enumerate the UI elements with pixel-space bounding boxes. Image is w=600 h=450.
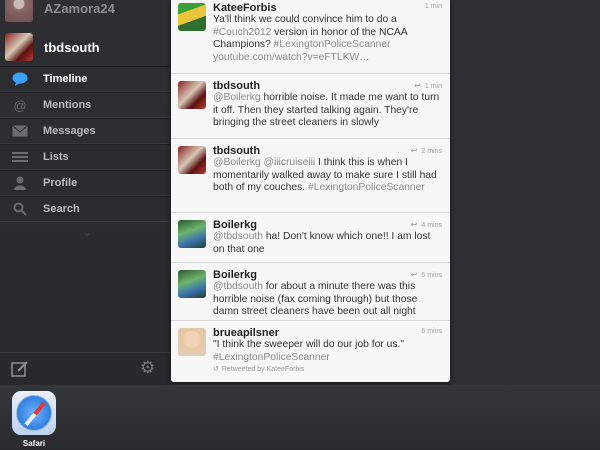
compose-icon[interactable] xyxy=(11,360,29,383)
tweet-text-segment: "I think the sweeper will do our job for… xyxy=(213,339,405,350)
avatar xyxy=(5,0,33,22)
mention-link[interactable]: @iiicruiseiii xyxy=(264,157,316,168)
safari-icon[interactable] xyxy=(12,391,56,435)
avatar[interactable] xyxy=(178,328,206,356)
tweet-time: ↩ 2 mins xyxy=(411,146,442,155)
speech-bubble-icon xyxy=(11,71,29,87)
tweet[interactable]: tbdsouth ↩ 1 min @Boilerkg horrible noise… xyxy=(171,74,450,139)
envelope-icon xyxy=(11,123,29,139)
person-icon xyxy=(11,175,29,191)
tweet-time: 1 min xyxy=(425,3,442,10)
sidebar-item-messages[interactable]: Messages xyxy=(0,118,170,144)
tweet[interactable]: KateeForbis 1 min Ya'll think we could c… xyxy=(171,0,450,74)
tweet-text: @tbdsouth ha! Don't know which one!! I a… xyxy=(213,231,443,256)
tweet-time: ↩ 4 mins xyxy=(411,220,442,229)
tweet-username[interactable]: brueapilsner xyxy=(213,327,279,339)
tweet-time-text: 1 min xyxy=(424,3,442,10)
list-icon xyxy=(11,149,29,165)
sidebar-item-label: Messages xyxy=(43,125,96,137)
sidebar-item-label: Lists xyxy=(43,151,69,163)
retweeted-by-text: Retweeted by KateeForbis xyxy=(221,366,305,373)
avatar[interactable] xyxy=(178,220,206,248)
dock-app-label: Safari xyxy=(22,439,46,448)
hashtag-link[interactable]: #LexingtonPoliceScanner xyxy=(308,182,425,193)
tweet-time-text: 4 mins xyxy=(421,222,442,229)
at-icon: @ xyxy=(13,97,27,113)
tweet-time-text: 2 mins xyxy=(421,148,442,155)
tweet-text: @Boilerkg horrible noise. It made me wan… xyxy=(213,92,443,130)
hashtag-link[interactable]: #LexingtonPoliceScanner xyxy=(274,39,391,50)
retweet-icon: ↩ xyxy=(410,270,418,279)
account-azamora24[interactable]: AZamora24 xyxy=(0,0,170,26)
compass-icon xyxy=(16,395,52,431)
search-icon xyxy=(11,201,29,217)
sidebar: AZamora24 tbdsouth Timeline @ Mentions M… xyxy=(0,0,170,385)
tweet[interactable]: brueapilsner 6 mins "I think the sweeper… xyxy=(171,321,450,382)
hashtag-link[interactable]: #Couch2012 xyxy=(213,27,271,38)
sidebar-item-search[interactable]: Search xyxy=(0,196,170,222)
sidebar-item-label: Timeline xyxy=(43,73,88,85)
sidebar-nav: Timeline @ Mentions Messages Lists Profi… xyxy=(0,66,170,222)
sidebar-item-lists[interactable]: Lists xyxy=(0,144,170,170)
tweet-text: "I think the sweeper will do our job for… xyxy=(213,339,443,364)
hashtag-link[interactable]: youtube.com/watch?v=eFTLKW… xyxy=(213,52,370,63)
gear-icon[interactable]: ⚙ xyxy=(140,358,155,378)
hashtag-link[interactable]: #LexingtonPoliceScanner xyxy=(213,352,330,363)
retweeted-by: ↺ Retweeted by KateeForbis xyxy=(213,365,304,373)
tweet-time-text: 6 mins xyxy=(421,328,442,335)
tweet-time-text: 5 mins xyxy=(421,272,442,279)
account-tbdsouth[interactable]: tbdsouth xyxy=(0,29,170,65)
retweet-icon: ↩ xyxy=(410,146,418,155)
mention-link[interactable]: @Boilerkg xyxy=(213,92,261,103)
avatar[interactable] xyxy=(178,270,206,298)
retweet-icon: ↩ xyxy=(414,81,421,90)
tweet-username[interactable]: Boilerkg xyxy=(213,219,257,231)
account-name: tbdsouth xyxy=(44,39,100,55)
tweet[interactable]: Boilerkg ↩ 4 mins @tbdsouth ha! Don't kno… xyxy=(171,213,450,263)
right-pane xyxy=(450,0,600,385)
retweet-icon: ↩ xyxy=(410,220,418,229)
timeline-panel[interactable]: KateeForbis 1 min Ya'll think we could c… xyxy=(171,0,450,382)
chevron-down-icon[interactable]: ⌄ xyxy=(82,225,92,239)
tweet-time: ↩ 5 mins xyxy=(411,270,442,279)
tweet-time: 6 mins xyxy=(421,328,442,335)
avatar xyxy=(5,33,33,61)
tweet-username[interactable]: KateeForbis xyxy=(213,2,277,14)
sidebar-item-label: Search xyxy=(43,203,80,215)
avatar[interactable] xyxy=(178,3,206,31)
tweet-text-segment: Ya'll think we could convince him to do … xyxy=(213,14,397,25)
sidebar-item-profile[interactable]: Profile xyxy=(0,170,170,196)
tweet-username[interactable]: tbdsouth xyxy=(213,80,260,92)
mention-link[interactable]: @Boilerkg xyxy=(213,157,261,168)
mention-link[interactable]: @tbdsouth xyxy=(213,281,263,292)
tweet-text: @Boilerkg @iiicruiseiii I think this is … xyxy=(213,157,443,195)
account-name: AZamora24 xyxy=(44,0,115,16)
avatar[interactable] xyxy=(178,146,206,174)
mention-link[interactable]: @tbdsouth xyxy=(213,231,263,242)
tweet-text: Ya'll think we could convince him to do … xyxy=(213,14,443,64)
sidebar-item-label: Mentions xyxy=(43,99,92,111)
tweet[interactable]: tbdsouth ↩ 2 mins @Boilerkg @iiicruiseiii… xyxy=(171,139,450,213)
retweet-icon: ↺ xyxy=(213,366,219,373)
tweet-time-text: 1 min xyxy=(424,83,442,90)
sidebar-item-mentions[interactable]: @ Mentions xyxy=(0,92,170,118)
tweet-text: @tbdsouth for about a minute there was t… xyxy=(213,281,443,319)
compass-needle xyxy=(24,401,46,427)
tweet-username[interactable]: tbdsouth xyxy=(213,145,260,157)
sidebar-toolbar: ⚙ xyxy=(0,352,170,385)
tweet[interactable]: Boilerkg ↩ 5 mins @tbdsouth for about a m… xyxy=(171,263,450,321)
tweet-username[interactable]: Boilerkg xyxy=(213,269,257,281)
tweet-time: ↩ 1 min xyxy=(414,81,442,90)
dock: Safari xyxy=(0,385,600,450)
sidebar-item-label: Profile xyxy=(43,177,78,189)
avatar[interactable] xyxy=(178,81,206,109)
sidebar-item-timeline[interactable]: Timeline xyxy=(0,66,170,92)
